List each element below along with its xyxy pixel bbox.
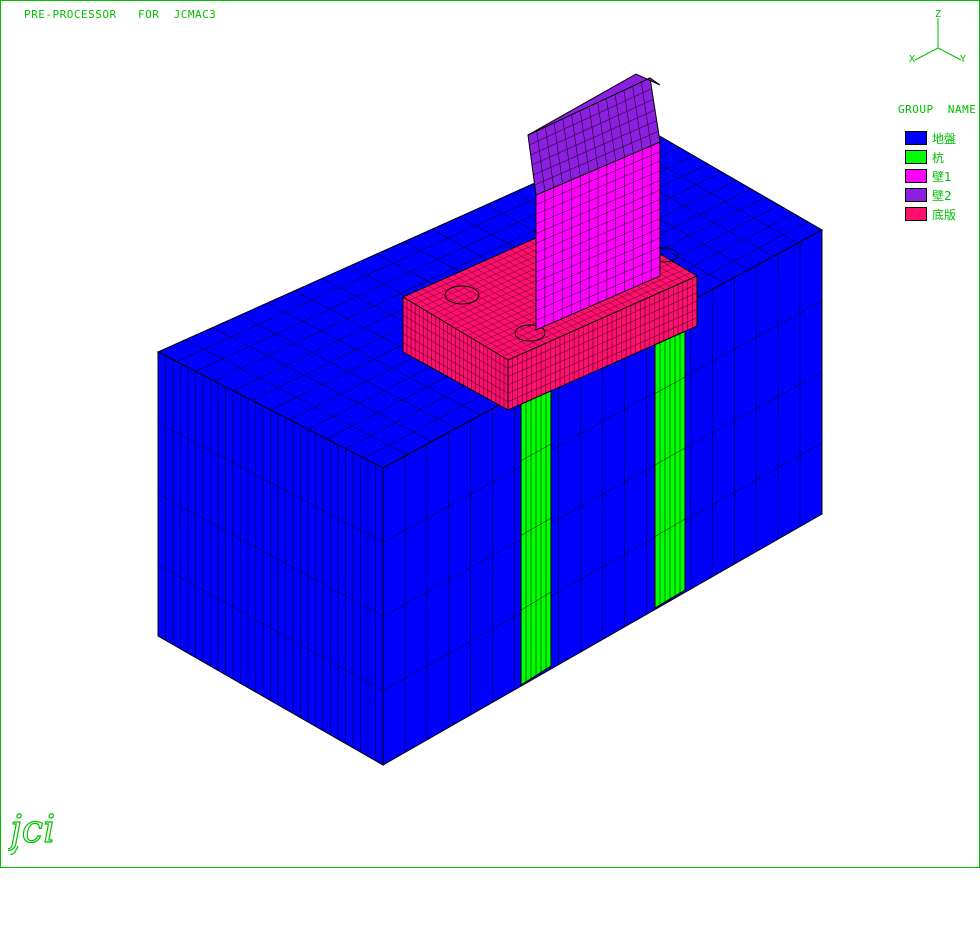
- ground-block: [156, 130, 824, 766]
- axis-x-label: X: [909, 54, 915, 65]
- legend-item-base-slab[interactable]: 底版: [905, 206, 956, 222]
- legend-swatch: [905, 207, 927, 221]
- legend-item-pile[interactable]: 杭: [905, 149, 944, 165]
- axis-triad: Z X Y: [909, 9, 966, 65]
- legend-label: 杭: [932, 150, 945, 165]
- jci-logo-text: jci: [8, 807, 55, 851]
- axis-z-label: Z: [935, 9, 941, 20]
- legend-label: 底版: [932, 207, 957, 222]
- mesh-model-view[interactable]: [0, 0, 980, 870]
- legend-item-wall-1[interactable]: 壁1: [905, 168, 952, 184]
- legend-swatch: [905, 188, 927, 202]
- legend-label: 壁1: [932, 169, 952, 184]
- legend-label: 壁2: [932, 188, 952, 203]
- jci-logo: jci: [8, 806, 56, 855]
- legend-item-wall-2[interactable]: 壁2: [905, 187, 952, 203]
- legend-swatch: [905, 169, 927, 183]
- legend-item-ground[interactable]: 地盤: [905, 130, 956, 146]
- legend-swatch: [905, 131, 927, 145]
- legend-title: GROUP NAME: [898, 103, 977, 116]
- legend-label: 地盤: [932, 131, 957, 146]
- axis-y-label: Y: [960, 54, 966, 65]
- legend-swatch: [905, 150, 927, 164]
